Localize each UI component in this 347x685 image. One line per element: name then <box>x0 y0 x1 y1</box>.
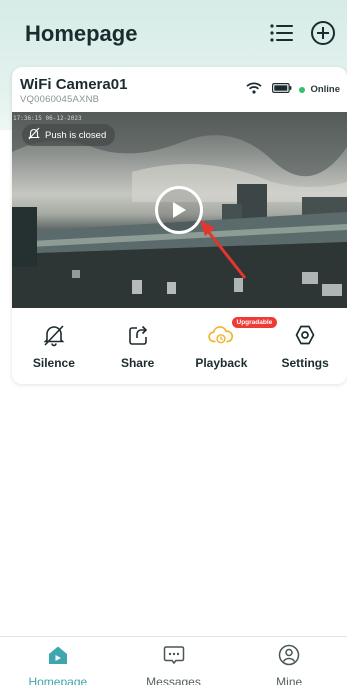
settings-button[interactable]: Settings <box>263 308 347 384</box>
push-status-text: Push is closed <box>45 129 107 141</box>
bell-off-icon <box>28 127 40 143</box>
nav-mine-label: Mine <box>276 675 303 685</box>
nav-mine[interactable]: Mine <box>231 637 347 685</box>
nav-homepage[interactable]: Homepage <box>0 637 116 685</box>
push-status-pill[interactable]: Push is closed <box>22 124 116 146</box>
plus-circle-icon[interactable] <box>309 19 337 47</box>
home-icon <box>47 644 69 671</box>
play-button[interactable] <box>155 186 203 234</box>
online-indicator <box>299 86 306 93</box>
silence-button[interactable]: Silence <box>12 308 96 384</box>
video-timestamp: 17:36:15 06-12-2023 <box>13 115 82 122</box>
silence-label: Silence <box>32 356 75 370</box>
header-actions <box>268 19 337 47</box>
list-icon[interactable] <box>268 19 296 47</box>
nav-messages[interactable]: Messages <box>116 637 232 685</box>
device-card-header: WiFi Camera01 VQ0060045AXNB Online <box>12 67 347 112</box>
video-preview[interactable]: 17:36:15 06-12-2023 Push is closed <box>12 112 347 308</box>
device-actions: Silence Share Upgradable Playback Settin… <box>12 308 347 384</box>
page-title: Homepage <box>25 21 138 46</box>
share-button[interactable]: Share <box>96 308 180 384</box>
nav-homepage-label: Homepage <box>28 675 88 685</box>
header: Homepage <box>0 0 347 66</box>
wifi-icon <box>246 82 263 97</box>
nav-messages-label: Messages <box>146 675 201 685</box>
user-icon <box>278 644 300 671</box>
bell-off-icon <box>41 322 67 348</box>
settings-hexagon-icon <box>292 322 318 348</box>
device-status: Online <box>246 82 340 97</box>
share-label: Share <box>120 356 155 370</box>
device-card[interactable]: WiFi Camera01 VQ0060045AXNB Online 17:36… <box>12 67 347 384</box>
status-text: Online <box>310 84 340 95</box>
play-icon <box>173 202 186 218</box>
battery-icon <box>272 83 292 96</box>
playback-button[interactable]: Upgradable Playback <box>180 308 278 384</box>
bottom-nav: Homepage Messages Mine <box>0 636 347 685</box>
settings-label: Settings <box>281 356 329 370</box>
playback-label: Playback <box>195 356 248 370</box>
cloud-playback-icon <box>208 322 234 348</box>
message-icon <box>163 644 185 671</box>
share-icon <box>125 322 151 348</box>
